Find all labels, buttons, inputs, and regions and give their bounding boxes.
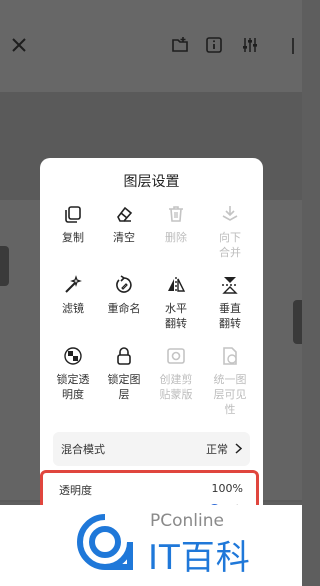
lock-transparency-icon	[64, 347, 82, 365]
clipping-mask-button[interactable]: 创建剪贴蒙版	[148, 346, 204, 402]
folder-add-icon[interactable]	[171, 36, 189, 54]
clear-label: 清空	[113, 231, 135, 244]
blend-mode-value: 正常	[206, 443, 228, 456]
watermark-brand: PConline	[150, 511, 224, 531]
eraser-icon	[117, 206, 133, 222]
top-toolbar	[0, 0, 302, 92]
flip-vertical-button[interactable]: 垂直翻转	[202, 275, 258, 331]
clipping-mask-icon	[167, 348, 185, 364]
visibility-icon	[223, 347, 237, 365]
unify-visibility-label: 统一图层可见性	[213, 373, 247, 416]
dialog-title: 图层设置	[123, 174, 180, 190]
lock-transparency-label: 锁定透明度	[56, 373, 90, 401]
filter-label: 滤镜	[62, 302, 84, 315]
clipping-mask-label: 创建剪贴蒙版	[159, 373, 193, 401]
pconline-logo-icon	[77, 514, 133, 570]
delete-label: 删除	[165, 231, 187, 244]
merge-down-label: 向下合并	[219, 231, 241, 259]
flip-vertical-icon	[222, 277, 238, 294]
lock-icon	[117, 347, 131, 365]
chevron-right-icon	[235, 443, 242, 454]
more-icon[interactable]	[289, 36, 302, 56]
watermark-title: IT百科	[148, 538, 251, 578]
copy-icon	[65, 206, 81, 223]
flip-horizontal-label: 水平翻转	[165, 302, 187, 330]
unify-visibility-button[interactable]: 统一图层可见性	[202, 346, 258, 417]
layer-settings-dialog: 图层设置 复制 清空 删除 向下合并 滤镜 重命名 水平翻转 垂直翻转 锁定透明…	[40, 158, 263, 520]
blend-mode-row[interactable]: 混合模式 正常	[53, 432, 250, 466]
adjust-sliders-icon[interactable]	[241, 36, 259, 54]
lock-transparency-button[interactable]: 锁定透明度	[45, 346, 101, 402]
rename-icon	[116, 275, 132, 293]
blend-mode-label: 混合模式	[61, 443, 105, 456]
copy-button[interactable]: 复制	[45, 204, 101, 245]
left-panel-handle[interactable]	[0, 246, 9, 286]
right-panel-handle[interactable]	[293, 300, 302, 344]
close-icon[interactable]	[10, 36, 28, 54]
info-icon[interactable]	[205, 36, 223, 54]
copy-label: 复制	[62, 231, 84, 244]
merge-down-button[interactable]: 向下合并	[202, 204, 258, 260]
delete-button[interactable]: 删除	[148, 204, 204, 245]
magic-wand-icon	[65, 275, 82, 293]
lock-layer-button[interactable]: 锁定图层	[96, 346, 152, 402]
flip-horizontal-button[interactable]: 水平翻转	[148, 275, 204, 331]
merge-down-icon	[222, 206, 238, 221]
lock-layer-label: 锁定图层	[107, 373, 141, 401]
filter-button[interactable]: 滤镜	[45, 275, 101, 316]
flip-horizontal-icon	[168, 277, 186, 293]
rename-button[interactable]: 重命名	[96, 275, 152, 316]
rename-label: 重命名	[107, 302, 141, 315]
flip-vertical-label: 垂直翻转	[219, 302, 241, 330]
trash-icon	[169, 206, 183, 222]
clear-button[interactable]: 清空	[96, 204, 152, 245]
